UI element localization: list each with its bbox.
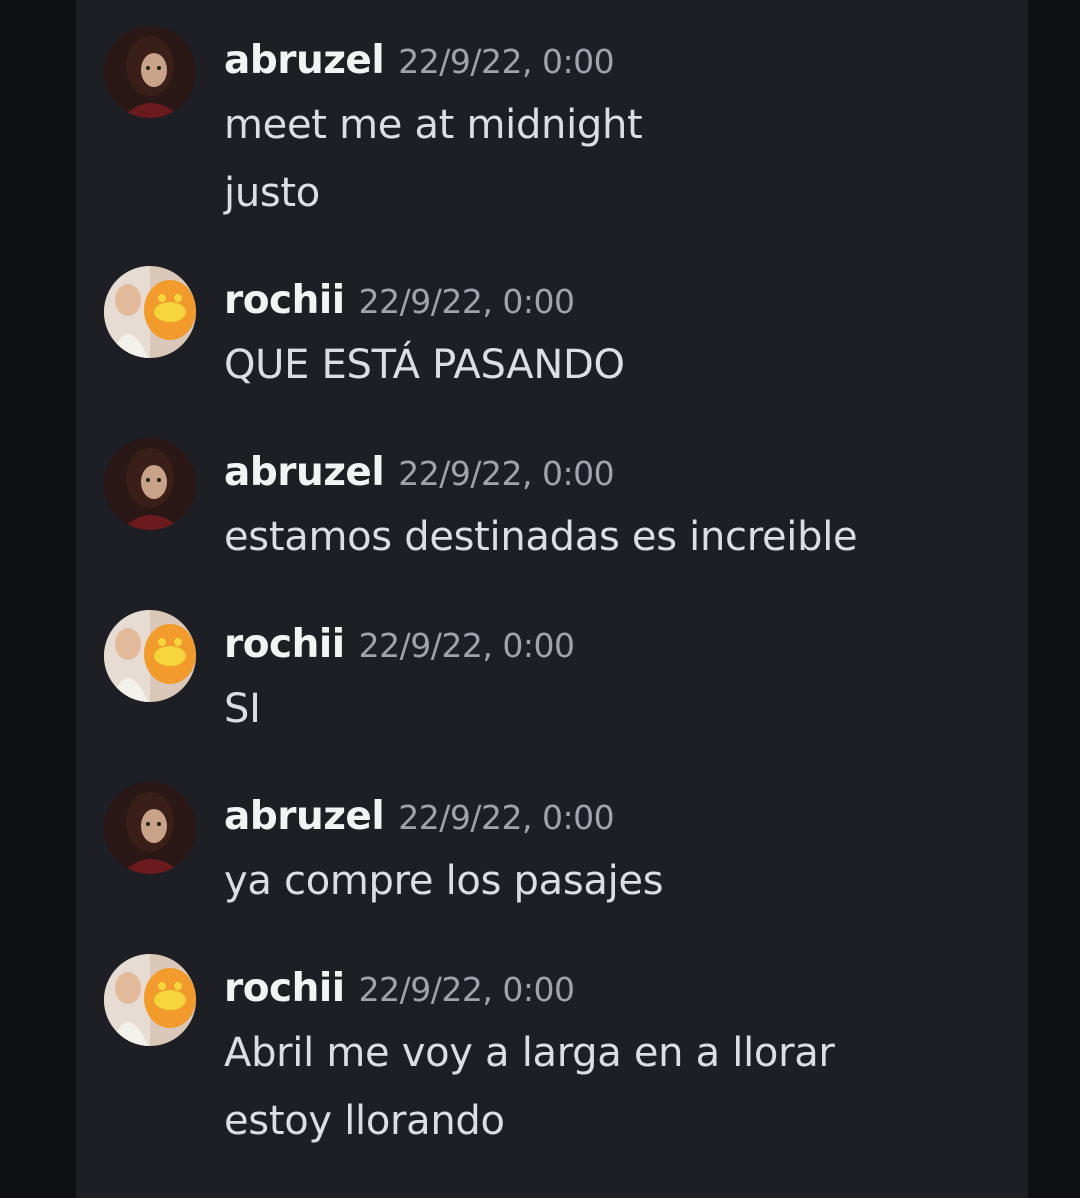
user-avatar[interactable] [104,266,196,358]
message-text: QUE ESTÁ PASANDO [224,342,625,388]
user-avatar[interactable] [104,610,196,702]
username[interactable]: rochii [224,622,345,667]
timestamp: 22/9/22, 0:00 [398,454,615,493]
message-header: rochii 22/9/22, 0:00 [224,278,575,324]
user-avatar[interactable] [104,26,196,118]
timestamp: 22/9/22, 0:00 [398,42,615,81]
timestamp: 22/9/22, 0:00 [358,970,575,1009]
username[interactable]: rochii [224,278,345,323]
message-text: estoy llorando [224,1098,505,1144]
message-header: abruzel 22/9/22, 0:00 [224,450,615,496]
message-item[interactable]: abruzel 22/9/22, 0:00 meet me at midnight… [76,0,1028,240]
avatar-image [104,26,196,118]
avatar-image [104,954,196,1046]
screen-frame: abruzel 22/9/22, 0:00 meet me at midnight… [0,0,1080,1198]
message-item[interactable]: abruzel 22/9/22, 0:00 estamos destinadas … [76,422,1028,582]
avatar-image [104,266,196,358]
message-header: abruzel 22/9/22, 0:00 [224,794,615,840]
message-header: abruzel 22/9/22, 0:00 [224,38,615,84]
message-text: estamos destinadas es increible [224,514,858,560]
message-text: Abril me voy a larga en a llorar [224,1030,835,1076]
message-item[interactable]: rochii 22/9/22, 0:00 SI [76,594,1028,754]
username[interactable]: abruzel [224,38,385,83]
username[interactable]: abruzel [224,450,385,495]
username[interactable]: rochii [224,966,345,1011]
avatar-image [104,782,196,874]
timestamp: 22/9/22, 0:00 [358,282,575,321]
user-avatar[interactable] [104,782,196,874]
message-item[interactable]: abruzel 22/9/22, 0:00 ya compre los pasaj… [76,766,1028,926]
user-avatar[interactable] [104,954,196,1046]
message-header: rochii 22/9/22, 0:00 [224,622,575,668]
user-avatar[interactable] [104,438,196,530]
timestamp: 22/9/22, 0:00 [358,626,575,665]
username[interactable]: abruzel [224,794,385,839]
avatar-image [104,610,196,702]
message-item[interactable]: rochii 22/9/22, 0:00 QUE ESTÁ PASANDO [76,250,1028,410]
message-text: SI [224,686,261,732]
message-item[interactable]: rochii 22/9/22, 0:00 Abril me voy a larga… [76,938,1028,1178]
timestamp: 22/9/22, 0:00 [398,798,615,837]
message-text: justo [224,170,320,216]
message-text: ya compre los pasajes [224,858,664,904]
avatar-image [104,438,196,530]
chat-message-list[interactable]: abruzel 22/9/22, 0:00 meet me at midnight… [76,0,1028,1198]
message-text: meet me at midnight [224,102,643,148]
message-header: rochii 22/9/22, 0:00 [224,966,575,1012]
